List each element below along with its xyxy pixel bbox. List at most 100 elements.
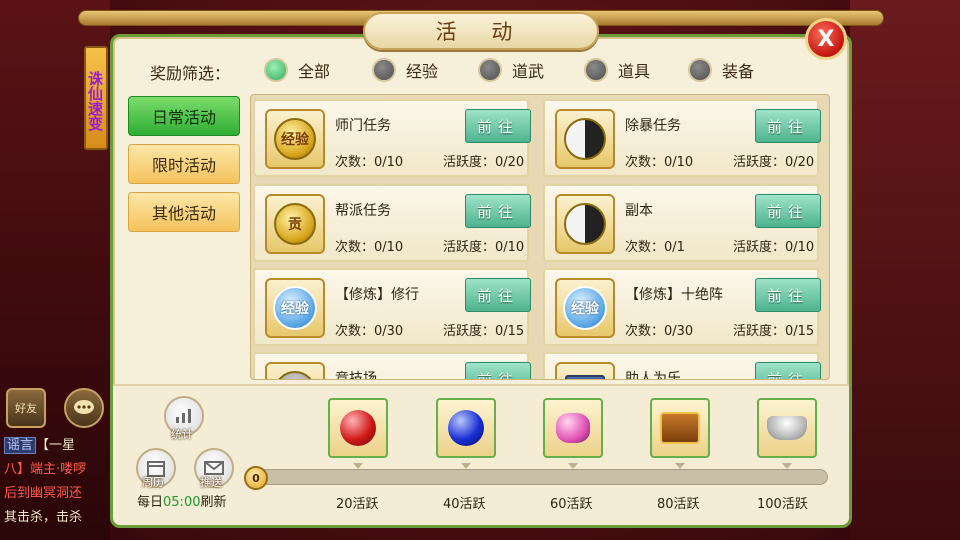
chat-text: 其击杀，击杀 <box>4 510 83 525</box>
go-button[interactable]: 前往 <box>755 109 821 143</box>
radio-label: 道武 <box>512 62 545 81</box>
go-button[interactable]: 前往 <box>755 194 821 228</box>
chat-line: 后到幽冥洞还 <box>4 482 110 506</box>
activity-card: 助人为乐 前往 <box>543 352 821 380</box>
activity-points: 活跃度：0/15 <box>443 324 525 339</box>
filter-radio-all[interactable]: 全部 <box>264 58 330 82</box>
go-button[interactable]: 前往 <box>465 278 531 312</box>
exp-badge-icon: 经验 <box>555 278 615 338</box>
red-orb-icon <box>340 410 376 446</box>
close-icon: X <box>817 26 835 52</box>
game-scene-right <box>850 0 960 540</box>
activity-points: 活跃度：0/10 <box>443 240 525 255</box>
reward-box-100[interactable] <box>757 398 817 458</box>
radio-label: 道具 <box>618 62 651 81</box>
radio-label: 全部 <box>298 62 331 81</box>
activity-card: 经验 师门任务 次数：0/10 活跃度：0/20 前往 <box>253 99 531 177</box>
filter-radio-equip[interactable]: 装备 <box>688 58 754 82</box>
activity-list[interactable]: 经验 师门任务 次数：0/10 活跃度：0/20 前往 除暴任务 次数：0/10… <box>250 94 830 380</box>
go-button[interactable]: 前往 <box>755 278 821 312</box>
gold-coin-exp-icon: 经验 <box>265 109 325 169</box>
radio-label: 装备 <box>722 62 755 81</box>
activity-card: 贡 帮派任务 次数：0/10 活跃度：0/10 前往 <box>253 184 531 262</box>
chat-log[interactable]: 谣言 【一星 八】端主·喽啰 后到幽冥洞还 其击杀，击杀 <box>4 434 110 530</box>
exp-badge-icon: 经验 <box>265 278 325 338</box>
activity-card: 竞技场 前往 <box>253 352 531 380</box>
close-button[interactable]: X <box>805 18 847 60</box>
book-icon <box>555 362 615 379</box>
filter-label: 奖励筛选： <box>150 64 231 83</box>
activity-count: 次数：0/30 <box>625 324 694 339</box>
bar-chart-icon <box>176 409 191 423</box>
friends-label: 好友 <box>15 402 37 415</box>
activity-card: 除暴任务 次数：0/10 活跃度：0/20 前往 <box>543 99 821 177</box>
taiji-exp-icon <box>555 194 615 254</box>
activity-name: 竞技场 <box>335 371 377 380</box>
chat-line: 其击杀，击杀 <box>4 506 110 530</box>
side-banner[interactable]: 诛仙速变 <box>84 46 108 150</box>
radio-dot-icon <box>584 58 608 82</box>
activity-name: 帮派任务 <box>335 203 391 219</box>
reset-suffix: 刷新 <box>200 495 227 510</box>
taiji-exp-icon <box>555 109 615 169</box>
milestone-label: 60活跃 <box>550 497 593 512</box>
pink-gem-icon <box>556 413 590 443</box>
filter-radio-daowu[interactable]: 道武 <box>478 58 544 82</box>
activity-points: 活跃度：0/10 <box>733 240 815 255</box>
chat-tag: 谣言 <box>4 437 37 454</box>
filter-radio-exp[interactable]: 经验 <box>372 58 438 82</box>
activity-points: 活跃度：0/20 <box>443 155 525 170</box>
tribute-coin-icon: 贡 <box>265 194 325 254</box>
activity-name: 除暴任务 <box>625 118 681 134</box>
chat-bubble-icon[interactable] <box>64 388 104 428</box>
radio-dot-icon <box>372 58 396 82</box>
activity-points: 活跃度：0/20 <box>733 155 815 170</box>
push-label: 推送 <box>200 476 222 489</box>
chat-text: 后到幽冥洞还 <box>4 486 83 501</box>
go-button[interactable]: 前往 <box>465 109 531 143</box>
milestone-label: 100活跃 <box>757 497 808 512</box>
tab-limited[interactable]: 限时活动 <box>128 144 240 184</box>
activity-name: 师门任务 <box>335 118 391 134</box>
side-banner-text: 诛仙速变 <box>86 71 104 131</box>
reward-box-20[interactable] <box>328 398 388 458</box>
reset-prefix: 每日 <box>137 495 164 510</box>
activity-count: 次数：0/10 <box>335 240 404 255</box>
arena-icon <box>265 362 325 379</box>
progress-value: 0 <box>244 466 268 490</box>
chat-line: 八】端主·喽啰 <box>4 458 110 482</box>
activity-card: 经验 【修炼】修行 次数：0/30 活跃度：0/15 前往 <box>253 268 531 346</box>
go-button[interactable]: 前往 <box>465 194 531 228</box>
page-title: 活 动 <box>363 12 599 50</box>
activity-name: 助人为乐 <box>625 371 681 380</box>
radio-dot-icon <box>478 58 502 82</box>
chat-text: 八】端主·喽啰 <box>4 462 87 477</box>
go-button[interactable]: 前往 <box>465 362 531 379</box>
tab-other[interactable]: 其他活动 <box>128 192 240 232</box>
radio-dot-icon <box>688 58 712 82</box>
activity-count: 次数：0/10 <box>625 155 694 170</box>
reset-time: 05:00 <box>163 495 201 510</box>
activity-name: 副本 <box>625 203 653 219</box>
milestone-label: 80活跃 <box>657 497 700 512</box>
reward-box-40[interactable] <box>436 398 496 458</box>
go-button[interactable]: 前往 <box>755 362 821 379</box>
activity-count: 次数：0/1 <box>625 240 685 255</box>
reward-box-60[interactable] <box>543 398 603 458</box>
activity-points: 活跃度：0/15 <box>733 324 815 339</box>
activity-name: 【修炼】十绝阵 <box>625 287 723 303</box>
reward-box-80[interactable] <box>650 398 710 458</box>
milestone-label: 20活跃 <box>336 497 379 512</box>
filter-radio-item[interactable]: 道具 <box>584 58 650 82</box>
radio-dot-icon <box>264 58 288 82</box>
silver-ingot-icon <box>767 416 807 440</box>
activity-progress-bar <box>248 469 828 485</box>
mail-icon <box>204 461 224 475</box>
radio-label: 经验 <box>406 62 439 81</box>
friends-button[interactable]: 好友 <box>6 388 46 428</box>
activity-name: 【修炼】修行 <box>335 287 419 303</box>
tab-daily[interactable]: 日常活动 <box>128 96 240 136</box>
activity-count: 次数：0/10 <box>335 155 404 170</box>
treasure-chest-icon <box>660 412 700 444</box>
daily-reset-text: 每日05:00刷新 <box>137 491 227 510</box>
